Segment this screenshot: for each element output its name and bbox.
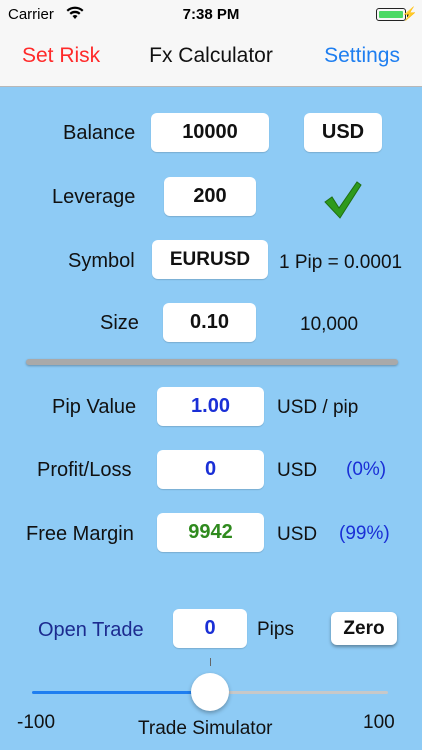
trade-simulator-label: Trade Simulator [138, 718, 273, 739]
profit-loss-display: 0 [157, 450, 264, 489]
slider-min-label: -100 [17, 712, 56, 733]
checkmark-icon [324, 181, 362, 219]
size-field[interactable]: 0.10 [163, 303, 256, 342]
settings-button[interactable]: Settings [324, 44, 400, 68]
currency-button[interactable]: USD [304, 113, 382, 152]
leverage-label: Leverage [52, 186, 136, 208]
profit-loss-unit: USD [277, 460, 318, 481]
trade-simulator-slider-thumb[interactable] [191, 673, 229, 711]
slider-track-empty[interactable] [210, 691, 388, 694]
free-margin-percent: (99%) [339, 523, 390, 544]
free-margin-unit: USD [277, 524, 318, 545]
free-margin-display: 9942 [157, 513, 264, 552]
leverage-field[interactable]: 200 [164, 177, 256, 216]
pip-size-info: 1 Pip = 0.0001 [279, 252, 403, 273]
slider-max-label: 100 [363, 712, 395, 733]
charging-icon: ⚡ [401, 6, 418, 21]
open-trade-label: Open Trade [38, 619, 144, 641]
balance-field[interactable]: 10000 [151, 113, 269, 152]
balance-label: Balance [63, 122, 136, 144]
size-label: Size [100, 312, 139, 334]
open-trade-pips-field[interactable]: 0 [173, 609, 247, 648]
profit-loss-percent: (0%) [346, 459, 387, 480]
navigation-bar: Set Risk Fx Calculator Settings [0, 30, 422, 87]
slider-center-tick [210, 658, 211, 666]
zero-button[interactable]: Zero [331, 612, 397, 645]
pips-label: Pips [257, 619, 294, 640]
units-value: 10,000 [300, 314, 359, 335]
free-margin-label: Free Margin [26, 523, 134, 545]
pip-value-display: 1.00 [157, 387, 264, 426]
section-divider [26, 359, 398, 365]
symbol-field[interactable]: EURUSD [152, 240, 268, 279]
pip-value-unit: USD / pip [277, 397, 359, 418]
profit-loss-label: Profit/Loss [37, 459, 132, 481]
pip-value-label: Pip Value [52, 396, 137, 418]
clock: 7:38 PM [182, 6, 240, 23]
slider-track-filled[interactable] [32, 691, 210, 694]
status-bar: Carrier 7:38 PM ⚡ [0, 0, 422, 30]
symbol-label: Symbol [68, 250, 135, 272]
